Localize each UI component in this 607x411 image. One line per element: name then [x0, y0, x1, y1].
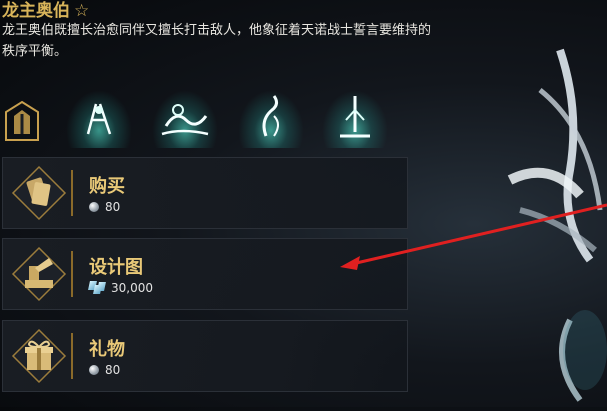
- buy-option[interactable]: 购买 80: [2, 157, 408, 229]
- cards-icon: [11, 165, 67, 221]
- skill-2-icon[interactable]: [152, 90, 218, 148]
- skill-3-icon[interactable]: [238, 90, 304, 148]
- warframe-title: 龙主奥伯 ☆: [2, 0, 89, 21]
- blueprint-option[interactable]: 设计图 30,000: [2, 238, 408, 310]
- gift-option[interactable]: 礼物 80: [2, 320, 408, 392]
- buy-price-value: 80: [105, 200, 121, 214]
- gift-price: 80: [89, 363, 120, 377]
- platinum-icon: [89, 365, 99, 375]
- gift-icon: [11, 328, 67, 384]
- blueprint-icon: [11, 246, 67, 302]
- buy-price: 80: [89, 200, 120, 214]
- warframe-name: 龙主奥伯: [2, 1, 70, 21]
- blueprint-label: 设计图: [89, 257, 143, 278]
- blueprint-price-value: 30,000: [111, 281, 153, 295]
- blueprint-price: 30,000: [88, 281, 153, 295]
- divider: [71, 333, 73, 379]
- buy-label: 购买: [89, 176, 125, 197]
- skills-row: [0, 90, 400, 150]
- star-outline-icon[interactable]: ☆: [74, 1, 89, 21]
- gift-price-value: 80: [105, 363, 121, 377]
- gift-label: 礼物: [89, 339, 125, 360]
- warframe-model-image: [500, 20, 607, 407]
- divider: [71, 170, 73, 216]
- skill-1-icon[interactable]: [66, 90, 132, 148]
- platinum-icon: [89, 202, 99, 212]
- warframe-description: 龙王奥伯既擅长治愈同伴又擅长打击敌人，他象征着天诺战士誓言要维持的秩序平衡。: [2, 23, 432, 59]
- credits-icon: [88, 281, 106, 295]
- divider: [71, 251, 73, 297]
- skill-4-icon[interactable]: [322, 90, 388, 148]
